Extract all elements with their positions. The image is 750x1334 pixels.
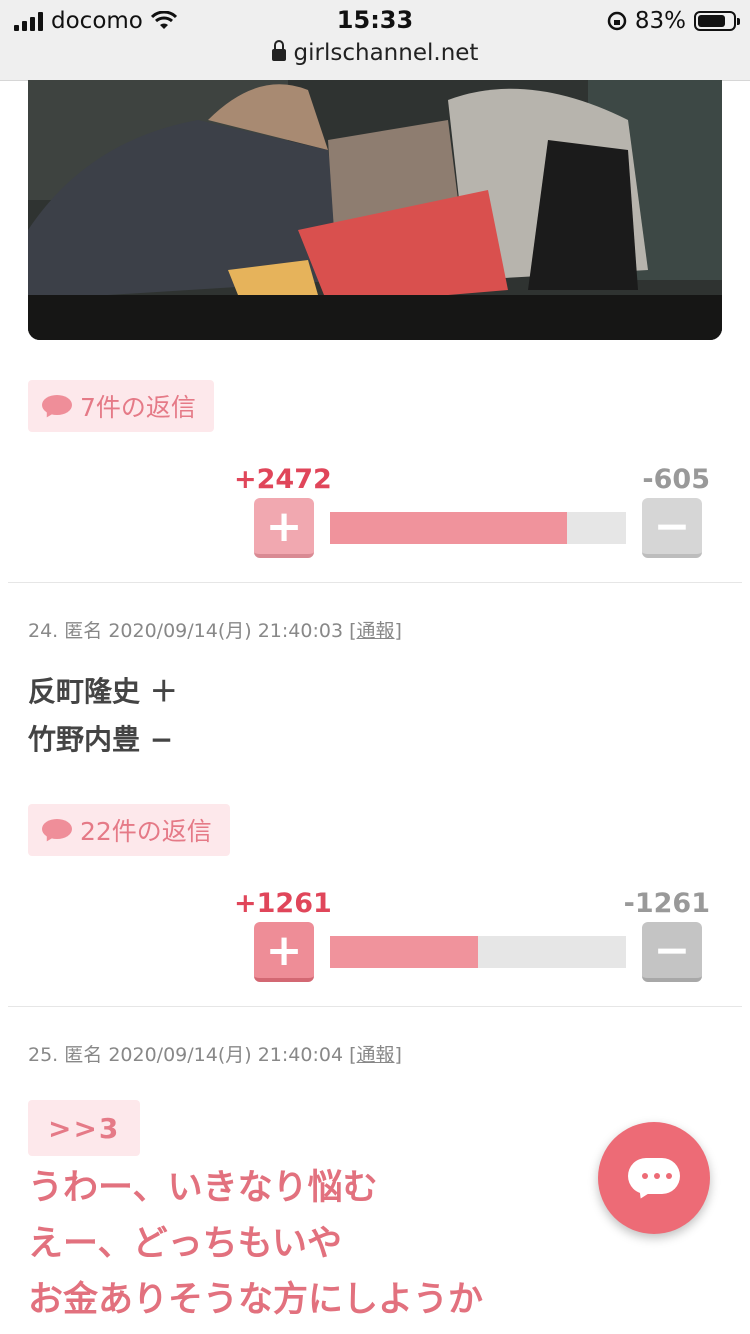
comment-line: うわー、いきなり悩む bbox=[28, 1168, 378, 1208]
minus-count: -1261 bbox=[623, 888, 710, 919]
anchor-link[interactable]: >>3 bbox=[28, 1100, 141, 1156]
report-link[interactable]: [通報] bbox=[349, 620, 402, 642]
reply-count-label: 7件の返信 bbox=[80, 393, 196, 422]
vote-ratio-bar bbox=[330, 512, 626, 544]
status-right: 83% bbox=[607, 8, 740, 34]
comment-line: 竹野内豊 − bbox=[28, 723, 174, 756]
reply-count-button[interactable]: 7件の返信 bbox=[28, 380, 214, 432]
comment-number: 24. bbox=[28, 620, 59, 642]
vote-ratio-fill bbox=[330, 512, 567, 544]
comment-body: 反町隆史 ＋ 竹野内豊 − bbox=[28, 668, 178, 764]
comment-author: 匿名 bbox=[64, 620, 103, 642]
plus-count: +1261 bbox=[234, 888, 332, 919]
comment-meta: 25. 匿名 2020/09/14(月) 21:40:04 [通報] bbox=[28, 1040, 402, 1067]
comment-author: 匿名 bbox=[64, 1044, 103, 1066]
comment-line: お金ありそうな方にしようか bbox=[28, 1280, 484, 1320]
lock-icon bbox=[271, 40, 286, 63]
battery-icon bbox=[694, 11, 740, 31]
divider bbox=[8, 1006, 742, 1007]
comment-body: うわー、いきなり悩む えー、どっちもいや お金ありそうな方にしようか bbox=[28, 1160, 483, 1328]
plus-count: +2472 bbox=[234, 464, 332, 495]
report-link[interactable]: [通報] bbox=[349, 1044, 402, 1066]
orientation-lock-icon bbox=[607, 11, 627, 31]
comment-photo[interactable] bbox=[28, 80, 722, 340]
address-bar[interactable]: girlschannel.net bbox=[0, 40, 750, 66]
speech-bubble-icon bbox=[42, 395, 72, 417]
minus-count: -605 bbox=[642, 464, 710, 495]
reply-count-button[interactable]: 22件の返信 bbox=[28, 804, 230, 856]
reply-count-label: 22件の返信 bbox=[80, 817, 212, 846]
plus-vote-button[interactable]: + bbox=[254, 922, 314, 982]
minus-vote-button[interactable]: − bbox=[642, 498, 702, 558]
comment-meta: 24. 匿名 2020/09/14(月) 21:40:03 [通報] bbox=[28, 616, 402, 643]
speech-bubble-icon bbox=[42, 819, 72, 841]
comment-number: 25. bbox=[28, 1044, 59, 1066]
url-text: girlschannel.net bbox=[293, 40, 479, 66]
vote-ratio-fill bbox=[330, 936, 478, 968]
vote-panel: +1261 -1261 + − bbox=[0, 888, 750, 1008]
battery-percent: 83% bbox=[634, 8, 686, 34]
plus-vote-button[interactable]: + bbox=[254, 498, 314, 558]
comment-fab-button[interactable] bbox=[598, 1122, 710, 1234]
divider bbox=[8, 582, 742, 583]
comment-datetime: 2020/09/14(月) 21:40:04 bbox=[108, 1044, 344, 1066]
comment-line: 反町隆史 ＋ bbox=[28, 675, 178, 708]
minus-vote-button[interactable]: − bbox=[642, 922, 702, 982]
comment-line: えー、どっちもいや bbox=[28, 1224, 342, 1264]
photo-image bbox=[28, 80, 722, 340]
vote-ratio-bar bbox=[330, 936, 626, 968]
vote-panel: +2472 -605 + − bbox=[0, 464, 750, 584]
comment-datetime: 2020/09/14(月) 21:40:03 bbox=[108, 620, 344, 642]
chat-bubble-icon bbox=[628, 1158, 680, 1194]
status-bar: docomo 15:33 83% girlschannel.net bbox=[0, 0, 750, 81]
